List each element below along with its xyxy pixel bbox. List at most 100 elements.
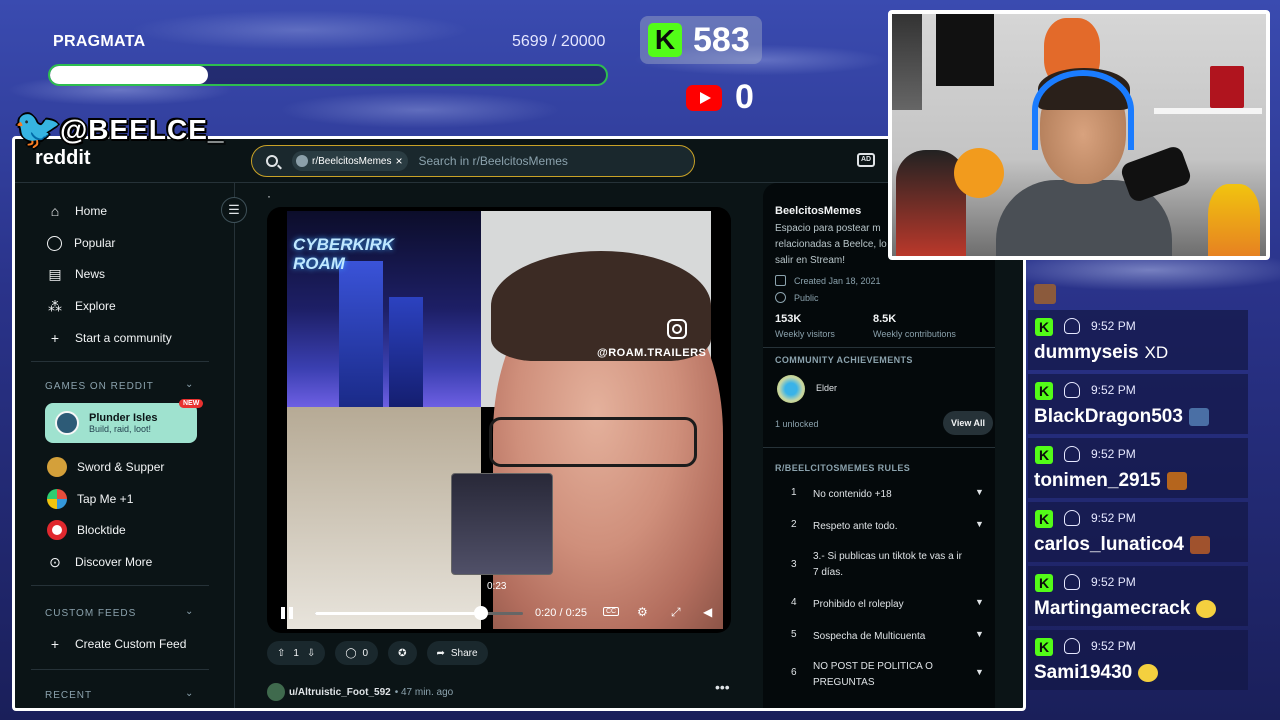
chevron-down-icon[interactable]: ▼ bbox=[975, 629, 984, 639]
divider bbox=[763, 347, 995, 348]
chevron-down-icon[interactable]: ⌄ bbox=[185, 379, 193, 390]
video-player[interactable]: CYBERKIRK ROAM @ROAM.TRAILERS 0:23 0:20 … bbox=[267, 207, 731, 633]
comments-button[interactable]: ◯ 0 bbox=[335, 641, 379, 665]
close-icon[interactable]: × bbox=[395, 154, 402, 168]
subreddit-chip[interactable]: r/BeelcitosMemes × bbox=[292, 151, 409, 171]
emote-icon bbox=[1166, 471, 1187, 490]
rule-number: 1 bbox=[791, 487, 797, 498]
fullscreen-icon[interactable]: ⤢ bbox=[671, 605, 681, 620]
chevron-down-icon[interactable]: ▼ bbox=[975, 597, 984, 607]
cake-icon bbox=[775, 275, 786, 286]
visibility-text: Public bbox=[794, 292, 819, 303]
chat-time: 9:52 PM bbox=[1091, 383, 1136, 397]
chevron-down-icon[interactable]: ▼ bbox=[975, 519, 984, 529]
sidebar-item-home[interactable]: ⌂ Home bbox=[47, 201, 107, 221]
author-name[interactable]: u/Altruistic_Foot_592 bbox=[289, 687, 391, 698]
sidebar-item-discover-more[interactable]: ⊙ Discover More bbox=[47, 552, 152, 572]
sidebar-item-label: Popular bbox=[74, 236, 116, 250]
view-all-button[interactable]: View All bbox=[943, 411, 994, 435]
sidebar-item-label: Start a community bbox=[75, 331, 172, 345]
building-shape bbox=[389, 297, 423, 407]
search-bar[interactable]: r/BeelcitosMemes × Search in r/Beelcitos… bbox=[251, 145, 695, 177]
section-title-games[interactable]: GAMES ON REDDIT bbox=[45, 381, 154, 392]
rule-text: Prohibido el roleplay bbox=[813, 599, 904, 610]
achievements-unlocked: 1 unlocked bbox=[775, 419, 819, 429]
chat-time: 9:52 PM bbox=[1091, 319, 1136, 333]
seek-preview-time: 0:23 bbox=[487, 581, 507, 592]
section-title-custom-feeds[interactable]: CUSTOM FEEDS bbox=[45, 608, 136, 619]
chat-message: K 9:52 PM tonimen_2915 bbox=[1028, 438, 1248, 498]
vote-control[interactable]: ⇧ 1 ⇩ bbox=[267, 641, 326, 665]
sidebar-toggle-button[interactable]: ☰ bbox=[221, 197, 247, 223]
chat-username: dummyseis XD bbox=[1034, 342, 1169, 363]
user-icon bbox=[1064, 446, 1080, 462]
search-input[interactable]: Search in r/BeelcitosMemes bbox=[418, 154, 567, 168]
sword-supper-icon bbox=[47, 457, 67, 477]
sidebar-item-sword-supper[interactable]: Sword & Supper bbox=[47, 457, 164, 477]
kick-badge-icon: K bbox=[1035, 318, 1053, 336]
video-glasses bbox=[489, 417, 697, 467]
featured-game-plunder-isles[interactable]: Plunder Isles Build, raid, loot! bbox=[45, 403, 197, 443]
sidebar-item-label: News bbox=[75, 267, 106, 281]
sidebar-item-label: Home bbox=[75, 204, 108, 218]
video-progress-fill bbox=[315, 612, 482, 615]
captions-button[interactable]: CC bbox=[603, 607, 620, 616]
sidebar-item-explore[interactable]: ⁂ Explore bbox=[47, 296, 116, 316]
emote-icon bbox=[1188, 407, 1209, 426]
video-seek-bar[interactable] bbox=[315, 612, 523, 615]
post-dot: · bbox=[267, 189, 271, 203]
award-icon: ✪ bbox=[398, 647, 407, 659]
next-post-author[interactable]: u/Altruistic_Foot_592 • 47 min. ago bbox=[267, 683, 453, 701]
more-options-icon[interactable]: ••• bbox=[715, 679, 730, 695]
pause-icon[interactable] bbox=[281, 607, 293, 619]
vote-count: 1 bbox=[293, 647, 299, 659]
chevron-down-icon[interactable]: ▼ bbox=[975, 487, 984, 497]
rule-number: 3 bbox=[791, 559, 797, 570]
seek-handle[interactable] bbox=[474, 606, 489, 620]
user-icon bbox=[1064, 510, 1080, 526]
chat-time: 9:52 PM bbox=[1091, 639, 1136, 653]
section-title-recent[interactable]: RECENT bbox=[45, 690, 92, 701]
chat-username: carlos_lunatico4 bbox=[1034, 534, 1210, 556]
subreddit-chip-label: r/BeelcitosMemes bbox=[312, 155, 392, 167]
goal-progress-fill bbox=[50, 66, 209, 84]
webcam-shelf bbox=[1154, 108, 1262, 114]
upvote-icon[interactable]: ⇧ bbox=[277, 648, 285, 659]
new-badge: NEW bbox=[179, 399, 204, 408]
sidebar-item-tap-me[interactable]: Tap Me +1 bbox=[47, 489, 133, 509]
twitter-handle: 🐦 @BEELCE_ bbox=[14, 110, 224, 150]
chevron-down-icon[interactable]: ▼ bbox=[975, 667, 984, 677]
building-shape bbox=[339, 261, 383, 407]
instagram-icon bbox=[667, 319, 687, 339]
downvote-icon[interactable]: ⇩ bbox=[307, 648, 315, 659]
chat-text: XD bbox=[1144, 343, 1169, 362]
divider bbox=[31, 669, 209, 670]
twitter-bird-icon: 🐦 bbox=[14, 109, 62, 151]
chat-message: K 9:52 PM Sami19430 bbox=[1028, 630, 1248, 690]
goal-title: PRAGMATA bbox=[53, 33, 146, 50]
webcam-microphone bbox=[1119, 144, 1193, 204]
settings-gear-icon[interactable]: ⚙ bbox=[637, 605, 648, 619]
chevron-down-icon[interactable]: ⌄ bbox=[185, 606, 193, 617]
weekly-visitors-value: 153K bbox=[775, 313, 802, 325]
sidebar-item-blocktide[interactable]: Blocktide bbox=[47, 520, 126, 540]
webcam-poster bbox=[892, 14, 922, 110]
sidebar-item-news[interactable]: ▤ News bbox=[47, 264, 105, 284]
blocktide-icon bbox=[47, 520, 67, 540]
youtube-logo-icon bbox=[686, 84, 722, 111]
post: · CYBERKIRK ROAM @ROAM.TRAILERS 0:23 0:2… bbox=[255, 183, 743, 708]
sidebar-item-start-community[interactable]: + Start a community bbox=[47, 328, 172, 348]
chevron-down-icon[interactable]: ⌄ bbox=[185, 688, 193, 699]
community-name: BeelcitosMemes bbox=[775, 205, 862, 217]
divider bbox=[31, 361, 209, 362]
award-button[interactable]: ✪ bbox=[388, 641, 417, 665]
advertise-icon[interactable]: AD bbox=[857, 153, 875, 167]
user-icon bbox=[1064, 318, 1080, 334]
kick-badge-icon: K bbox=[1035, 382, 1053, 400]
chat-username: BlackDragon503 bbox=[1034, 406, 1209, 428]
kick-badge-icon: K bbox=[1035, 510, 1053, 528]
share-button[interactable]: ➦ Share bbox=[426, 641, 488, 665]
sidebar-item-popular[interactable]: Popular bbox=[47, 233, 115, 253]
volume-icon[interactable]: ◀ bbox=[703, 605, 712, 619]
create-custom-feed[interactable]: + Create Custom Feed bbox=[47, 634, 186, 654]
